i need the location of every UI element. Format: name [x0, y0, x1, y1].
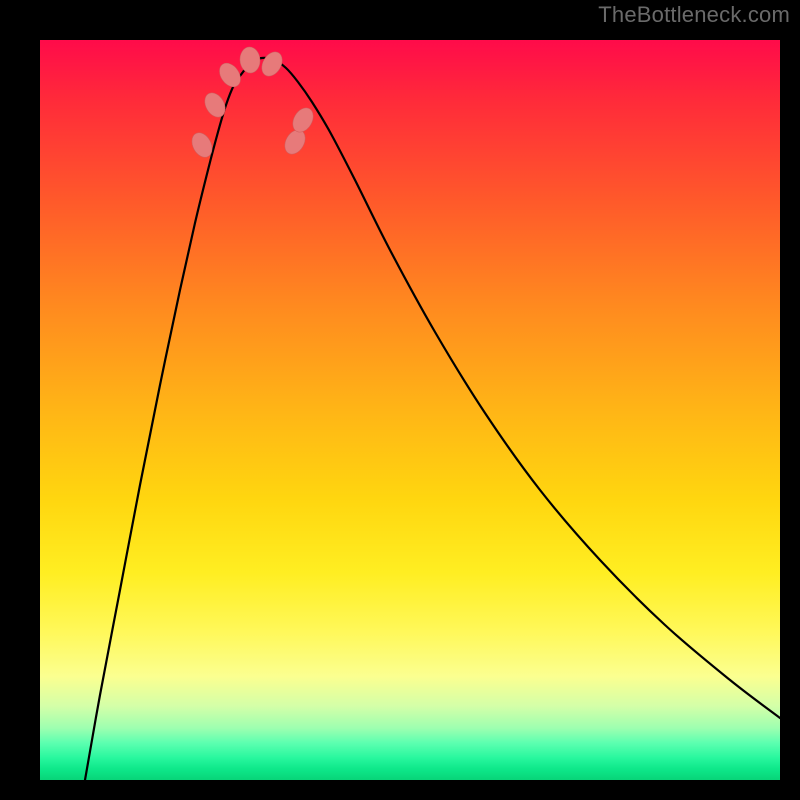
curve-svg — [40, 40, 780, 780]
curve-marker — [281, 126, 310, 158]
watermark-text: TheBottleneck.com — [598, 2, 790, 28]
curve-marker — [289, 104, 318, 136]
curve-marker — [239, 46, 261, 74]
chart-frame: TheBottleneck.com — [0, 0, 800, 800]
curve-markers — [188, 46, 317, 161]
gradient-plot-area — [40, 40, 780, 780]
bottleneck-curve — [85, 58, 780, 780]
